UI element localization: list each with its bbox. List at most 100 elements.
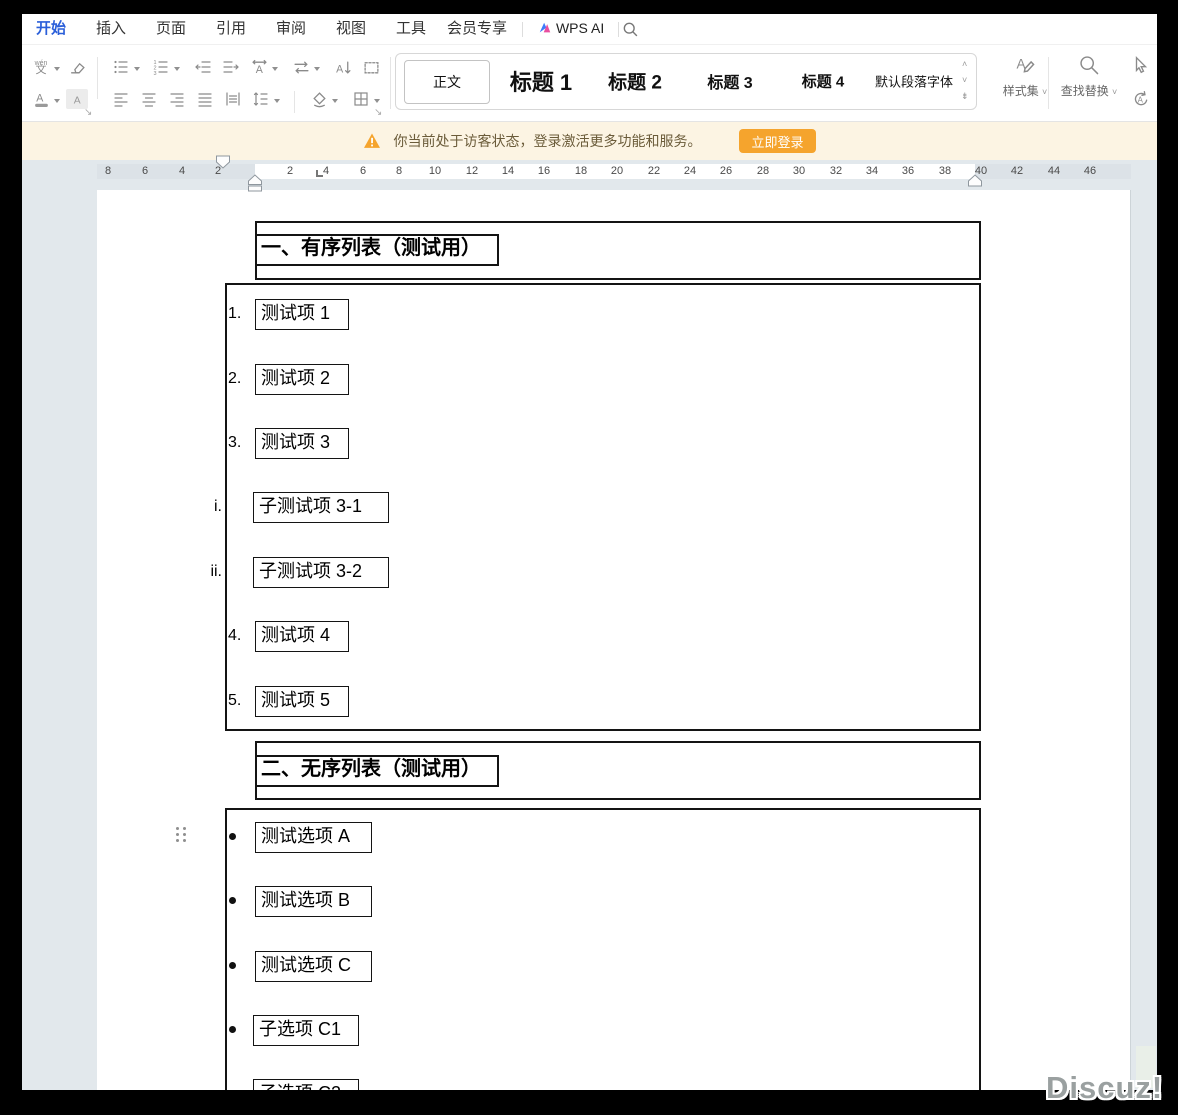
list-item[interactable]: 测试项 3 bbox=[255, 428, 349, 459]
search-icon[interactable] bbox=[622, 21, 640, 39]
svg-text:A: A bbox=[1138, 95, 1144, 104]
character-border-icon[interactable] bbox=[360, 57, 382, 77]
gallery-up-icon[interactable]: ˄ bbox=[962, 60, 967, 69]
window-frame-bottom bbox=[0, 1090, 1178, 1115]
numbered-list-icon[interactable]: 123 bbox=[150, 57, 172, 77]
dialog-launcher-icon[interactable]: ↘ bbox=[84, 107, 92, 118]
chevron-down-icon[interactable] bbox=[332, 99, 338, 103]
ruler-number: 14 bbox=[502, 164, 514, 179]
chevron-down-icon[interactable] bbox=[54, 99, 60, 103]
right-indent-marker[interactable] bbox=[967, 174, 983, 192]
svg-text:A: A bbox=[255, 63, 263, 75]
gallery-down-icon[interactable]: ˅ bbox=[962, 76, 967, 85]
style-set-button[interactable]: A 样式集 ˅ bbox=[997, 53, 1053, 99]
tab-stop-marker[interactable] bbox=[316, 170, 323, 177]
phonetic-guide-icon[interactable]: wén文 bbox=[30, 57, 52, 77]
list-item[interactable]: 测试选项 A bbox=[255, 822, 372, 853]
list-item[interactable]: 测试项 5 bbox=[255, 686, 349, 717]
shading-icon[interactable] bbox=[308, 89, 330, 109]
list-item[interactable]: 子测试项 3-2 bbox=[253, 557, 389, 588]
style-heading2[interactable]: 标题 2 bbox=[608, 68, 662, 95]
bullet-icon bbox=[229, 962, 236, 969]
menu-tab-wps-ai[interactable]: WPS AI bbox=[528, 14, 614, 45]
clear-format-icon[interactable] bbox=[66, 57, 88, 77]
chevron-down-icon[interactable] bbox=[272, 67, 278, 71]
ruler-number: 8 bbox=[396, 164, 402, 179]
distribute-icon[interactable] bbox=[222, 89, 244, 109]
highlight-icon[interactable]: A bbox=[66, 89, 88, 109]
list-item[interactable]: 测试项 1 bbox=[255, 299, 349, 330]
find-replace-icon bbox=[1078, 53, 1100, 77]
ruler-number: 46 bbox=[1084, 164, 1096, 179]
translate-icon[interactable]: A bbox=[1130, 89, 1152, 109]
list-item[interactable]: 测试项 4 bbox=[255, 621, 349, 652]
justify-icon[interactable] bbox=[194, 89, 216, 109]
window-frame-left bbox=[0, 0, 22, 1115]
bullet-list-icon[interactable] bbox=[110, 57, 132, 77]
gallery-expand-icon[interactable]: ⇟ bbox=[961, 92, 969, 101]
ruler-number: 4 bbox=[323, 164, 329, 179]
style-heading4[interactable]: 标题 4 bbox=[802, 71, 845, 92]
style-heading1[interactable]: 标题 1 bbox=[510, 65, 572, 97]
ruler-number: 18 bbox=[575, 164, 587, 179]
ruler-number: 30 bbox=[793, 164, 805, 179]
decrease-indent-icon[interactable] bbox=[192, 57, 214, 77]
menu-tab-page[interactable]: 页面 bbox=[145, 14, 197, 45]
ruler-number: 6 bbox=[360, 164, 366, 179]
dialog-launcher-icon[interactable]: ↘ bbox=[374, 107, 382, 118]
drag-handle-icon[interactable] bbox=[176, 827, 189, 844]
heading2[interactable]: 二、无序列表（测试用） bbox=[255, 755, 499, 787]
heading1[interactable]: 一、有序列表（测试用） bbox=[255, 234, 499, 266]
character-scale-icon[interactable]: A bbox=[248, 57, 270, 77]
select-cursor-icon[interactable] bbox=[1130, 55, 1152, 75]
discuz-watermark: Discuz! bbox=[1046, 1070, 1163, 1106]
chevron-down-icon[interactable] bbox=[374, 99, 380, 103]
menu-tab-tools[interactable]: 工具 bbox=[385, 14, 437, 45]
guest-notification-bar: 你当前处于访客状态，登录激活更多功能和服务。 立即登录 bbox=[22, 122, 1157, 160]
list-item[interactable]: 子测试项 3-1 bbox=[253, 492, 389, 523]
chevron-down-icon[interactable] bbox=[134, 67, 140, 71]
chevron-down-icon[interactable] bbox=[174, 67, 180, 71]
toolbar-separator bbox=[294, 91, 295, 113]
list-item[interactable]: 测试选项 C bbox=[255, 951, 372, 982]
align-right-icon[interactable] bbox=[166, 89, 188, 109]
ruler-number: 28 bbox=[757, 164, 769, 179]
ruler-number: 24 bbox=[684, 164, 696, 179]
line-spacing-icon[interactable] bbox=[250, 89, 272, 109]
align-left-icon[interactable] bbox=[110, 89, 132, 109]
font-color-icon[interactable]: A bbox=[30, 89, 52, 109]
menu-tab-view[interactable]: 视图 bbox=[325, 14, 377, 45]
menu-tab-review[interactable]: 审阅 bbox=[265, 14, 317, 45]
chevron-down-icon[interactable] bbox=[54, 67, 60, 71]
svg-text:A: A bbox=[73, 95, 80, 106]
style-normal[interactable]: 正文 bbox=[404, 60, 490, 104]
svg-text:A: A bbox=[1016, 57, 1025, 72]
chevron-down-icon[interactable] bbox=[274, 99, 280, 103]
ruler-number: 12 bbox=[466, 164, 478, 179]
first-line-indent-marker[interactable] bbox=[215, 155, 231, 174]
menu-tab-member[interactable]: 会员专享 bbox=[440, 14, 514, 45]
style-default-font[interactable]: 默认段落字体 bbox=[875, 72, 953, 91]
bullet-icon bbox=[229, 897, 236, 904]
login-now-button[interactable]: 立即登录 bbox=[739, 129, 815, 153]
left-indent-marker[interactable] bbox=[247, 174, 263, 197]
list-marker: ii. bbox=[196, 557, 222, 586]
borders-icon[interactable] bbox=[350, 89, 372, 109]
menu-tab-home[interactable]: 开始 bbox=[25, 14, 77, 48]
menu-tab-reference[interactable]: 引用 bbox=[205, 14, 257, 45]
sort-icon[interactable]: A bbox=[332, 57, 354, 77]
swap-text-icon[interactable] bbox=[290, 57, 312, 77]
list-item[interactable]: 测试项 2 bbox=[255, 364, 349, 395]
list-item[interactable]: 子选项 C1 bbox=[253, 1015, 359, 1046]
notification-message: 你当前处于访客状态，登录激活更多功能和服务。 bbox=[393, 131, 701, 151]
find-replace-label: 查找替换 ˅ bbox=[1054, 82, 1124, 99]
style-heading3[interactable]: 标题 3 bbox=[707, 69, 752, 93]
menu-separator bbox=[522, 22, 523, 37]
wps-writer-window: 开始 插入 页面 引用 审阅 视图 工具 会员专享 WPS AI wén文 bbox=[0, 0, 1178, 1115]
align-center-icon[interactable] bbox=[138, 89, 160, 109]
increase-indent-icon[interactable] bbox=[220, 57, 242, 77]
chevron-down-icon[interactable] bbox=[314, 67, 320, 71]
find-replace-button[interactable]: 查找替换 ˅ bbox=[1054, 53, 1124, 99]
menu-tab-insert[interactable]: 插入 bbox=[85, 14, 137, 45]
list-item[interactable]: 测试选项 B bbox=[255, 886, 372, 917]
